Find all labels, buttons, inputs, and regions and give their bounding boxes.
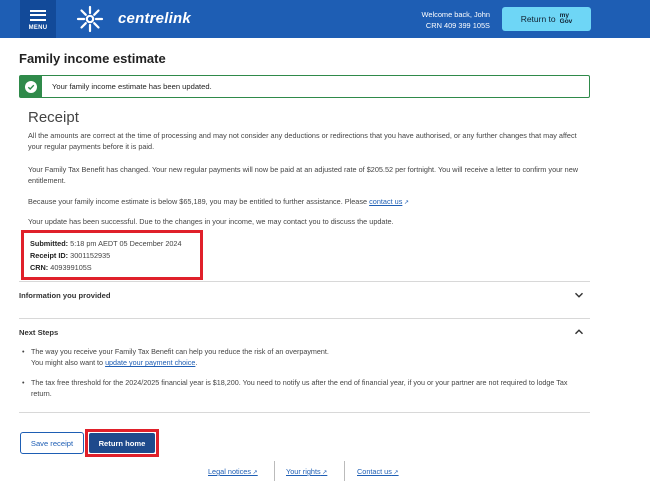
next-step-text: The way you receive your Family Tax Bene… [31, 347, 329, 356]
top-header: MENU centrelink Welcome back, John CRN 4… [0, 0, 650, 38]
accordion-information-provided[interactable]: Information you provided [19, 290, 590, 304]
return-to-label: Return to [520, 14, 556, 24]
submission-details: Submitted: 5:18 pm AEDT 05 December 2024… [21, 230, 203, 280]
user-welcome: Welcome back, John CRN 409 399 105S [422, 9, 490, 31]
success-alert: Your family income estimate has been upd… [19, 75, 590, 98]
footer-legal-notices-link[interactable]: Legal notices ↗ [208, 467, 258, 476]
external-link-icon: ↗ [402, 200, 410, 206]
user-crn: CRN 409 399 105S [425, 21, 490, 30]
menu-button[interactable]: MENU [20, 0, 56, 38]
assistance-text: Because your family income estimate is b… [28, 196, 588, 209]
submitted-row: Submitted: 5:18 pm AEDT 05 December 2024 [30, 238, 200, 250]
footer-contact-us-link[interactable]: Contact us ↗ [357, 467, 399, 476]
footer-link-label: Your rights [286, 467, 321, 476]
chevron-down-icon [574, 292, 584, 298]
accordion-title: Next Steps [19, 328, 59, 337]
external-link-icon: ↗ [320, 470, 328, 476]
return-to-mygov-button[interactable]: Return to my Gov [502, 7, 591, 31]
next-step-item: The way you receive your Family Tax Bene… [22, 346, 587, 368]
external-link-icon: ↗ [251, 470, 258, 476]
chevron-up-icon [574, 329, 584, 335]
welcome-text: Welcome back, John [421, 10, 490, 19]
mygov-logo-line2: Gov [559, 18, 573, 25]
crn-row: CRN: 409399105S [30, 262, 200, 274]
footer-link-label: Legal notices [208, 467, 252, 476]
divider [19, 318, 590, 319]
submitted-label: Submitted: [30, 239, 69, 248]
brand-name[interactable]: centrelink [118, 10, 191, 27]
contact-us-link[interactable]: contact us [369, 197, 402, 206]
update-success-text: Your update has been successful. Due to … [28, 217, 394, 226]
receipt-disclaimer: All the amounts are correct at the time … [28, 131, 577, 151]
next-step-item: The tax free threshold for the 2024/2025… [22, 377, 587, 399]
receipt-id-label: Receipt ID: [30, 251, 69, 260]
menu-label: MENU [28, 25, 48, 31]
next-step-suffix: . [195, 358, 198, 367]
crn-value: 409399105S [50, 263, 92, 272]
payment-change-text: Your Family Tax Benefit has changed. You… [28, 165, 579, 185]
hamburger-icon [30, 7, 46, 23]
divider [19, 412, 590, 413]
alert-icon-box [20, 76, 42, 97]
centrelink-star-logo-icon [76, 5, 104, 33]
accordion-next-steps[interactable]: Next Steps [19, 327, 590, 341]
update-payment-choice-link[interactable]: update your payment choice [105, 358, 195, 367]
footer-separator [344, 461, 345, 481]
crn-label: CRN: [30, 263, 49, 272]
submitted-value: 5:18 pm AEDT 05 December 2024 [70, 239, 182, 248]
footer-separator [274, 461, 275, 481]
return-home-button[interactable]: Return home [89, 433, 155, 453]
footer-your-rights-link[interactable]: Your rights ↗ [286, 467, 327, 476]
alert-message: Your family income estimate has been upd… [52, 82, 212, 91]
external-link-icon: ↗ [391, 470, 399, 476]
next-step-text: You might also want to update your payme… [31, 357, 587, 368]
mygov-logo: my Gov [559, 12, 573, 25]
receipt-id-value: 3001152935 [70, 251, 111, 260]
divider [19, 281, 590, 282]
next-step-prefix: You might also want to [31, 358, 106, 367]
footer-link-label: Contact us [357, 467, 392, 476]
assistance-text-prefix: Because your family income estimate is b… [28, 197, 370, 206]
accordion-title: Information you provided [19, 291, 111, 300]
check-circle-icon [25, 80, 37, 93]
next-step-text: The tax free threshold for the 2024/2025… [31, 378, 568, 398]
receipt-id-row: Receipt ID: 3001152935 [30, 250, 200, 262]
receipt-heading: Receipt [28, 109, 79, 126]
page-title: Family income estimate [19, 51, 166, 66]
save-receipt-button[interactable]: Save receipt [20, 432, 84, 454]
footer: Legal notices ↗ Your rights ↗ Contact us… [0, 461, 650, 483]
